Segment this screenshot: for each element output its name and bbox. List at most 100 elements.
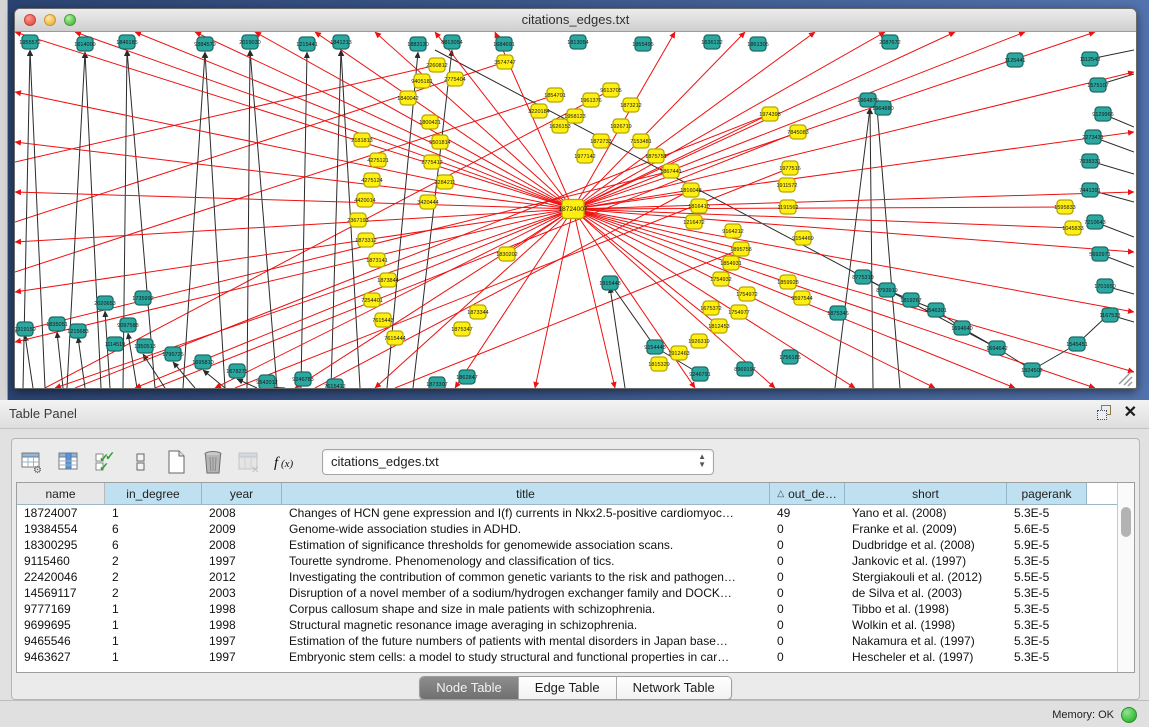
table-cell[interactable]: 9699695 — [17, 617, 105, 633]
table-cell[interactable]: 5.3E-5 — [1007, 601, 1087, 617]
table-cell[interactable]: 9463627 — [17, 649, 105, 665]
hub-citation-edge[interactable] — [573, 32, 1025, 209]
unselect-all-button[interactable] — [128, 449, 154, 475]
table-cell[interactable]: 0 — [770, 569, 845, 585]
table-cell[interactable]: 0 — [770, 585, 845, 601]
column-header-outde[interactable]: △out_de… — [770, 483, 845, 504]
citation-edge[interactable] — [250, 50, 277, 388]
hub-citation-edge[interactable] — [573, 209, 1134, 312]
table-cell[interactable]: 5.3E-5 — [1007, 633, 1087, 649]
hub-citation-edge[interactable] — [15, 209, 573, 242]
hub-citation-edge[interactable] — [573, 209, 615, 388]
table-cell[interactable]: 19384554 — [17, 521, 105, 537]
close-panel-icon[interactable]: ✕ — [1124, 405, 1137, 420]
table-cell[interactable]: 0 — [770, 649, 845, 665]
table-cell[interactable]: 18724007 — [17, 505, 105, 521]
table-cell[interactable]: 0 — [770, 553, 845, 569]
hub-citation-edge[interactable] — [295, 209, 573, 388]
table-cell[interactable]: 5.9E-5 — [1007, 537, 1087, 553]
function-builder-button[interactable]: f (x) — [272, 449, 298, 475]
citation-edge[interactable] — [203, 370, 225, 388]
table-cell[interactable]: Disruption of a novel member of a sodium… — [282, 585, 770, 601]
table-cell[interactable]: 9777169 — [17, 601, 105, 617]
table-cell[interactable]: 2009 — [202, 521, 282, 537]
citation-edge[interactable] — [205, 52, 225, 388]
table-scrollbar[interactable] — [1117, 483, 1134, 672]
table-cell[interactable]: 0 — [770, 601, 845, 617]
network-view[interactable]: 1955572161400918461859384579201903012154… — [15, 32, 1134, 388]
new-table-button[interactable] — [164, 449, 190, 475]
show-columns-button[interactable] — [56, 449, 82, 475]
table-cell[interactable]: 22420046 — [17, 569, 105, 585]
table-cell[interactable]: Tibbo et al. (1998) — [845, 601, 1007, 617]
table-row[interactable]: 969969511998Structural magnetic resonanc… — [17, 617, 1117, 633]
table-cell[interactable]: 5.3E-5 — [1007, 505, 1087, 521]
hub-citation-edge[interactable] — [255, 32, 573, 209]
column-header-year[interactable]: year — [202, 483, 282, 504]
column-header-indegree[interactable]: in_degree — [105, 483, 202, 504]
hub-citation-edge[interactable] — [573, 209, 1134, 252]
citation-edge[interactable] — [85, 52, 101, 388]
hub-citation-edge[interactable] — [455, 209, 573, 388]
hub-citation-edge[interactable] — [195, 32, 573, 209]
table-cell[interactable]: Tourette syndrome. Phenomenology and cla… — [282, 553, 770, 569]
memory-indicator[interactable] — [1121, 707, 1137, 723]
table-cell[interactable]: 5.3E-5 — [1007, 553, 1087, 569]
table-cell[interactable]: 9115460 — [17, 553, 105, 569]
table-row[interactable]: 1456911722003Disruption of a novel membe… — [17, 585, 1117, 601]
hub-citation-edge[interactable] — [573, 32, 745, 209]
table-cell[interactable]: 9465546 — [17, 633, 105, 649]
hub-citation-edge[interactable] — [535, 209, 573, 388]
table-row[interactable]: 946362711997Embryonic stem cells: a mode… — [17, 649, 1117, 665]
citation-edge[interactable] — [870, 108, 873, 388]
table-cell[interactable]: 1997 — [202, 649, 282, 665]
table-row[interactable]: 977716911998Corpus callosum shape and si… — [17, 601, 1117, 617]
table-cell[interactable]: Investigating the contribution of common… — [282, 569, 770, 585]
table-cell[interactable]: 1 — [105, 633, 202, 649]
table-cell[interactable]: 1997 — [202, 553, 282, 569]
table-cell[interactable]: Estimation of significance thresholds fo… — [282, 537, 770, 553]
citation-edge[interactable] — [301, 52, 307, 388]
hub-citation-edge[interactable] — [573, 209, 1073, 228]
citation-edge[interactable] — [835, 108, 870, 388]
citation-edge[interactable] — [78, 337, 85, 388]
table-cell[interactable]: Genome-wide association studies in ADHD. — [282, 521, 770, 537]
resize-grip-icon[interactable] — [1128, 382, 1132, 386]
hub-citation-edge[interactable] — [375, 32, 573, 209]
table-cell[interactable]: Dudbridge et al. (2008) — [845, 537, 1007, 553]
table-cell[interactable]: 2 — [105, 569, 202, 585]
table-cell[interactable]: Wolkin et al. (1998) — [845, 617, 1007, 633]
hub-citation-edge[interactable] — [573, 72, 1134, 209]
hub-citation-edge[interactable] — [573, 192, 1134, 209]
citation-edge[interactable] — [610, 287, 625, 388]
table-row[interactable]: 2242004622012Investigating the contribut… — [17, 569, 1117, 585]
hub-citation-edge[interactable] — [573, 209, 695, 388]
table-cell[interactable]: 0 — [770, 617, 845, 633]
table-cell[interactable]: 5.3E-5 — [1007, 585, 1087, 601]
hub-citation-edge[interactable] — [15, 32, 573, 209]
column-header-short[interactable]: short — [845, 483, 1007, 504]
table-cell[interactable]: 5.5E-5 — [1007, 569, 1087, 585]
table-cell[interactable]: 1 — [105, 601, 202, 617]
table-cell[interactable]: 1998 — [202, 617, 282, 633]
table-selector[interactable]: citations_edges.txt ▲▼ — [322, 449, 714, 475]
table-cell[interactable]: 2 — [105, 553, 202, 569]
citation-edge-red[interactable] — [15, 65, 437, 162]
table-cell[interactable]: 5.3E-5 — [1007, 617, 1087, 633]
table-cell[interactable]: Franke et al. (2009) — [845, 521, 1007, 537]
table-cell[interactable]: Nakamura et al. (1997) — [845, 633, 1007, 649]
table-cell[interactable]: 6 — [105, 521, 202, 537]
citation-edge-red[interactable] — [15, 95, 555, 272]
tab-edge-table[interactable]: Edge Table — [519, 677, 617, 699]
hub-citation-edge[interactable] — [573, 207, 1065, 209]
table-cell[interactable]: 1 — [105, 649, 202, 665]
table-cell[interactable]: Corpus callosum shape and size in male p… — [282, 601, 770, 617]
table-row[interactable]: 1872400712008Changes of HCN gene express… — [17, 505, 1117, 521]
table-cell[interactable]: 2003 — [202, 585, 282, 601]
column-header-title[interactable]: title — [282, 483, 770, 504]
table-cell[interactable]: 1997 — [202, 633, 282, 649]
table-cell[interactable]: Stergiakouli et al. (2012) — [845, 569, 1007, 585]
table-cell[interactable]: 1998 — [202, 601, 282, 617]
table-cell[interactable]: 0 — [770, 521, 845, 537]
table-cell[interactable]: Yano et al. (2008) — [845, 505, 1007, 521]
